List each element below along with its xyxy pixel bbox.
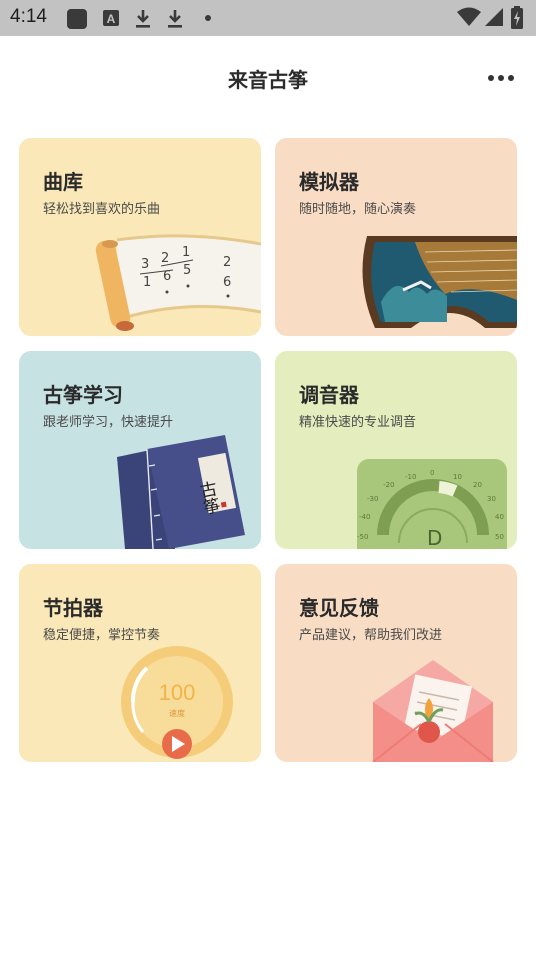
svg-text:20: 20	[473, 481, 482, 489]
svg-text:-20: -20	[383, 481, 394, 489]
card-subtitle: 跟老师学习，快速提升	[43, 415, 174, 430]
card-subtitle: 精准快速的专业调音	[299, 415, 417, 430]
text-a-icon: A	[103, 10, 119, 26]
card-music-library[interactable]: 曲库 轻松找到喜欢的乐曲 3 2 1 1 6 5 2 6	[19, 138, 261, 336]
download-icon	[136, 10, 150, 28]
books-icon: 古筝	[117, 435, 245, 549]
card-metronome[interactable]: 节拍器 稳定便捷，掌控节奏 100 速度	[19, 564, 261, 762]
download-icon	[168, 10, 182, 28]
card-subtitle: 稳定便捷，掌控节奏	[43, 628, 161, 643]
card-guzheng-learning[interactable]: 古筝学习 跟老师学习，快速提升 古筝	[19, 351, 261, 549]
card-subtitle: 轻松找到喜欢的乐曲	[43, 202, 161, 217]
card-simulator[interactable]: 模拟器 随时随地，随心演奏	[275, 138, 517, 336]
card-feedback[interactable]: 意见反馈 产品建议，帮助我们改进	[275, 564, 517, 762]
svg-text:0: 0	[430, 469, 434, 477]
more-horizontal-icon	[488, 75, 494, 81]
tuner-note: D	[427, 526, 442, 549]
svg-text:10: 10	[453, 473, 462, 481]
svg-text:-10: -10	[405, 473, 416, 481]
svg-text:-50: -50	[357, 533, 368, 541]
metronome-icon: 100 速度	[121, 646, 233, 759]
scroll-note: 2	[223, 255, 231, 270]
metronome-bpm: 100	[159, 680, 196, 705]
metronome-unit: 速度	[169, 708, 185, 718]
card-title: 节拍器	[43, 596, 103, 620]
envelope-icon	[372, 660, 494, 762]
card-title: 意见反馈	[299, 596, 379, 620]
card-title: 古筝学习	[43, 383, 123, 407]
scroll-note: 1	[182, 245, 190, 260]
card-subtitle: 产品建议，帮助我们改进	[299, 628, 443, 643]
battery-charging-icon	[511, 6, 523, 29]
more-options-button[interactable]	[484, 66, 518, 90]
card-title: 调音器	[299, 383, 359, 407]
scroll-note: 3	[141, 257, 149, 272]
wifi-icon	[457, 7, 481, 26]
status-time: 4:14	[10, 6, 47, 27]
guzheng-icon	[362, 236, 517, 328]
svg-text:50: 50	[495, 533, 504, 541]
app-header: 来音古筝	[0, 36, 536, 120]
app-square-icon	[67, 9, 87, 29]
dot-icon	[205, 15, 211, 21]
svg-text:-40: -40	[359, 513, 370, 521]
card-tuner[interactable]: 调音器 精准快速的专业调音 D -50 -40 -30 -20 -10 0 10…	[275, 351, 517, 549]
scroll-note: 5	[183, 263, 191, 278]
page-title: 来音古筝	[228, 68, 308, 92]
svg-text:A: A	[107, 12, 116, 26]
card-subtitle: 随时随地，随心演奏	[299, 202, 417, 217]
tuner-dial-icon: D -50 -40 -30 -20 -10 0 10 20 30 40 50	[357, 459, 507, 549]
status-bar: 4:14 A	[0, 0, 536, 36]
svg-text:30: 30	[487, 495, 496, 503]
signal-icon	[485, 8, 503, 26]
svg-text:-30: -30	[367, 495, 378, 503]
scroll-note: 6	[223, 275, 231, 290]
music-scroll-icon: 3 2 1 1 6 5 2 6	[95, 234, 261, 331]
card-title: 曲库	[43, 170, 83, 194]
svg-text:40: 40	[495, 513, 504, 521]
card-title: 模拟器	[299, 170, 359, 194]
scroll-note: 2	[161, 251, 169, 266]
scroll-note: 1	[143, 275, 151, 290]
